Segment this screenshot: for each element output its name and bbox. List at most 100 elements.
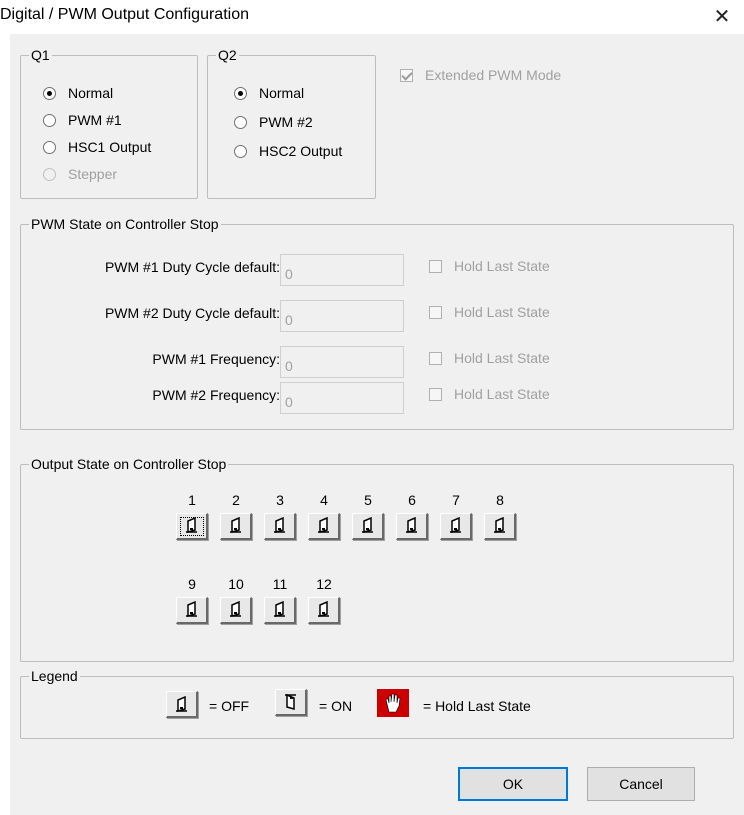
output-number-label: 4 <box>320 492 328 508</box>
q1-hsc1-label: HSC1 Output <box>68 139 152 155</box>
switch-off-icon <box>361 516 375 536</box>
q1-stepper-label: Stepper <box>68 166 118 182</box>
q2-normal-label: Normal <box>259 85 305 101</box>
pwm2-freq-input[interactable] <box>280 382 404 414</box>
title-bar: Digital / PWM Output Configuration ✕ <box>0 0 744 34</box>
switch-off-icon <box>229 600 243 620</box>
switch-off-icon <box>405 516 419 536</box>
output-toggle-button[interactable] <box>352 513 384 540</box>
extended-pwm-label: Extended PWM Mode <box>425 67 562 83</box>
output-number-label: 7 <box>452 492 460 508</box>
checkbox-empty-icon <box>429 387 442 401</box>
pwm2-duty-input[interactable] <box>280 300 404 332</box>
pwm-state-title: PWM State on Controller Stop <box>31 216 219 232</box>
radio-circle-icon <box>234 115 247 129</box>
pwm1-duty-hold-checkbox[interactable]: Hold Last State <box>429 258 550 274</box>
output-toggle-button[interactable] <box>440 513 472 540</box>
output-number-label: 8 <box>496 492 504 508</box>
output-toggle-button[interactable] <box>308 597 340 624</box>
legend-hold-text: = Hold Last State <box>423 698 531 714</box>
pwm1-freq-input[interactable] <box>280 346 404 378</box>
output-toggle-button[interactable] <box>308 513 340 540</box>
q2-hsc2-radio[interactable]: HSC2 Output <box>234 143 342 159</box>
q2-normal-radio[interactable]: Normal <box>234 85 304 101</box>
switch-off-icon <box>185 516 199 536</box>
hold-last-state-label: Hold Last State <box>454 386 550 402</box>
pwm2-duty-hold-checkbox[interactable]: Hold Last State <box>429 304 550 320</box>
output-number-label: 10 <box>228 576 244 592</box>
pwm2-freq-hold-checkbox[interactable]: Hold Last State <box>429 386 550 402</box>
output-toggle-button[interactable] <box>176 597 208 624</box>
cancel-button[interactable]: Cancel <box>587 767 695 801</box>
output-state-title: Output State on Controller Stop <box>31 456 227 472</box>
legend-group: Legend = OFF = ON = Hold Last State <box>20 668 734 739</box>
pwm1-freq-hold-checkbox[interactable]: Hold Last State <box>429 350 550 366</box>
hold-last-state-label: Hold Last State <box>454 304 550 320</box>
radio-circle-icon <box>43 140 56 154</box>
pwm-state-group: PWM State on Controller Stop PWM #1 Duty… <box>20 216 734 430</box>
legend-title: Legend <box>31 668 78 684</box>
output-number-label: 6 <box>408 492 416 508</box>
switch-off-icon <box>166 691 198 718</box>
radio-circle-icon <box>43 167 56 181</box>
q1-pwm1-label: PWM #1 <box>68 112 122 128</box>
hold-last-state-label: Hold Last State <box>454 350 550 366</box>
output-toggle-button[interactable] <box>176 513 208 540</box>
extended-pwm-checkbox[interactable]: Extended PWM Mode <box>400 67 561 83</box>
switch-off-icon <box>273 516 287 536</box>
q1-group: Q1 Normal PWM #1 HSC1 Output Stepper <box>20 47 198 199</box>
checkbox-empty-icon <box>429 259 442 273</box>
q2-pwm2-radio[interactable]: PWM #2 <box>234 114 313 130</box>
radio-circle-icon <box>234 144 247 158</box>
pwm1-duty-label: PWM #1 Duty Cycle default: <box>104 259 280 275</box>
switch-off-icon <box>185 600 199 620</box>
output-toggle-button[interactable] <box>220 513 252 540</box>
window-title: Digital / PWM Output Configuration <box>0 6 249 23</box>
close-icon: ✕ <box>713 5 731 28</box>
output-number-label: 12 <box>316 576 332 592</box>
ok-button[interactable]: OK <box>458 767 568 801</box>
q1-pwm1-radio[interactable]: PWM #1 <box>43 112 122 128</box>
legend-on-text: = ON <box>319 698 353 714</box>
output-toggle-button[interactable] <box>220 597 252 624</box>
radio-dot-icon <box>43 86 56 100</box>
output-number-label: 5 <box>364 492 372 508</box>
output-toggle-button[interactable] <box>484 513 516 540</box>
legend-off-text: = OFF <box>209 698 250 714</box>
q1-stepper-radio: Stepper <box>43 166 117 182</box>
output-number-label: 3 <box>276 492 284 508</box>
q2-group-title: Q2 <box>218 47 237 63</box>
radio-circle-icon <box>43 113 56 127</box>
close-button[interactable]: ✕ <box>700 0 744 32</box>
pwm1-freq-label: PWM #1 Frequency: <box>152 351 280 367</box>
pwm2-freq-label: PWM #2 Frequency: <box>152 387 280 403</box>
switch-off-icon <box>449 516 463 536</box>
checkbox-empty-icon <box>429 351 442 365</box>
switch-off-icon <box>229 516 243 536</box>
q1-group-title: Q1 <box>31 47 50 63</box>
output-state-group: Output State on Controller Stop 12 3 4 5 6 7 8… <box>20 456 734 662</box>
switch-off-icon <box>317 516 331 536</box>
red-hand-icon <box>377 689 409 717</box>
pwm1-duty-input[interactable] <box>280 254 404 286</box>
q2-group: Q2 Normal PWM #2 HSC2 Output <box>207 47 376 199</box>
output-toggle-button[interactable] <box>264 597 296 624</box>
output-toggle-button[interactable] <box>396 513 428 540</box>
dialog-client-area: Q1 Normal PWM #1 HSC1 Output Stepper Q2 … <box>10 34 744 815</box>
switch-on-icon <box>275 689 307 716</box>
checkmark-icon <box>400 68 413 82</box>
checkbox-empty-icon <box>429 305 442 319</box>
hold-last-state-label: Hold Last State <box>454 258 550 274</box>
q1-normal-radio[interactable]: Normal <box>43 85 113 101</box>
switch-off-icon <box>273 600 287 620</box>
output-number-label: 11 <box>272 576 288 592</box>
pwm2-duty-label: PWM #2 Duty Cycle default: <box>104 305 280 321</box>
q1-hsc1-radio[interactable]: HSC1 Output <box>43 139 151 155</box>
output-toggle-button[interactable] <box>264 513 296 540</box>
switch-off-icon <box>317 600 331 620</box>
output-number-label: 9 <box>188 576 196 592</box>
q2-hsc2-label: HSC2 Output <box>259 143 343 159</box>
switch-off-icon <box>493 516 507 536</box>
q2-pwm2-label: PWM #2 <box>259 114 313 130</box>
q1-normal-label: Normal <box>68 85 114 101</box>
